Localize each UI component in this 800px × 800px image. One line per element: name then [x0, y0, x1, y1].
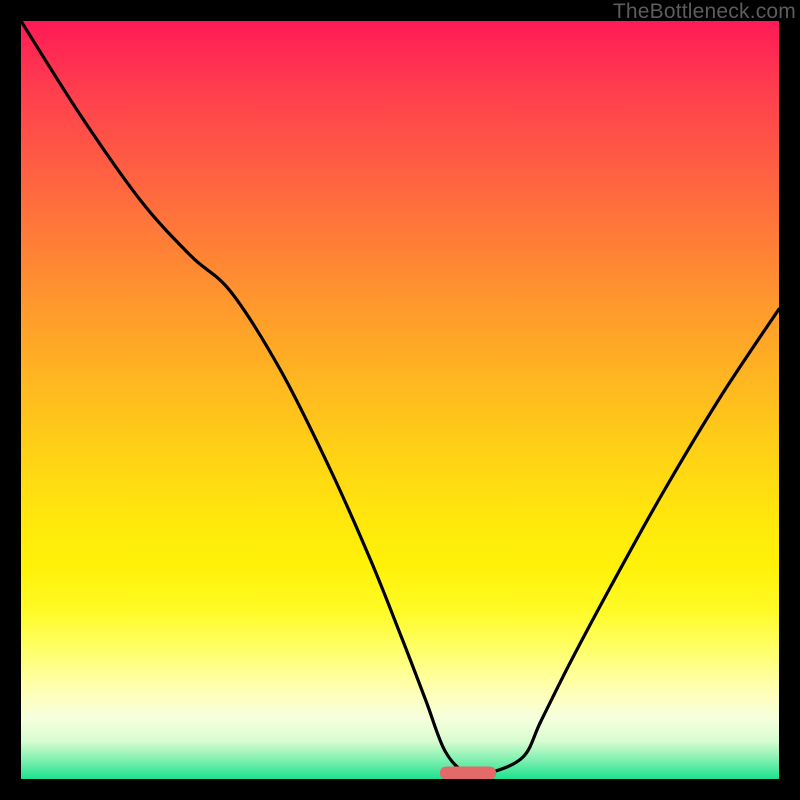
bottleneck-curve: [21, 21, 779, 775]
chart-svg: [21, 21, 779, 779]
bottleneck-marker: [440, 767, 496, 780]
chart-frame: [21, 21, 779, 779]
watermark-text: TheBottleneck.com: [613, 0, 796, 24]
